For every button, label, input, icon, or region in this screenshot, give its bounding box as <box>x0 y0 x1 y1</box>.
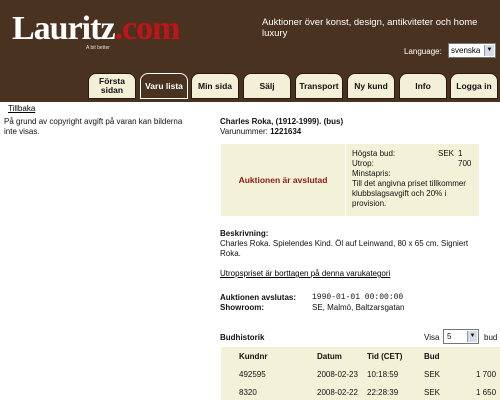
auction-status: Auktionen är avslutad <box>221 144 346 216</box>
cell-datum: 2008-02-23 <box>317 370 358 379</box>
tab-transport[interactable]: Transport <box>295 73 343 99</box>
language-select[interactable]: svenska ▼ <box>448 43 496 58</box>
auction-end-label: Auktionen avslutas: <box>220 293 297 302</box>
column-header-datum: Datum <box>317 352 342 361</box>
language-label: Language: <box>404 47 442 56</box>
cell-kundnr: 492595 <box>239 370 266 379</box>
back-link[interactable]: Tillbaka <box>8 104 35 113</box>
cell-currency: SEK <box>424 388 441 397</box>
copyright-note: På grund av copyright avgift på varan ka… <box>4 117 183 136</box>
tab-salj[interactable]: Sälj <box>243 73 291 99</box>
logo-name: Lauritz <box>12 10 116 47</box>
bid-history-table: Kundnr Datum Tid (CET) Bud 492595 2008-0… <box>221 347 500 400</box>
auction-end-value: 1990-01-01 00:00:00 <box>312 293 404 302</box>
column-header-kundnr: Kundnr <box>239 352 268 361</box>
cell-tid: 22:28:39 <box>367 388 399 397</box>
chevron-down-icon[interactable]: ▼ <box>467 331 477 342</box>
show-label: Visa <box>424 333 440 342</box>
language-select-value: svenska <box>451 46 481 55</box>
tab-min-sida[interactable]: Min sida <box>191 73 239 99</box>
header-slogan: Auktioner över konst, design, antikvitet… <box>262 17 478 39</box>
tab-info[interactable]: Info <box>399 73 447 99</box>
logo-suffix: .com <box>114 10 181 47</box>
cell-currency: SEK <box>424 370 441 379</box>
table-row: 8320 2008-02-22 22:28:39 SEK 1 650 <box>221 383 500 400</box>
item-number-value: 1221634 <box>270 127 302 136</box>
tab-logga-in[interactable]: Logga in <box>450 73 498 99</box>
starting-price-label: Utrop: <box>352 159 374 168</box>
cell-amount: 1 650 <box>476 388 497 397</box>
highest-bid-currency: SEK <box>438 149 455 158</box>
showroom-label: Showroom: <box>220 303 264 312</box>
cell-tid: 10:18:59 <box>367 370 399 379</box>
item-title: Charles Roka, (1912-1999). (bus) <box>220 117 344 126</box>
showroom-value: SE, Malmö, Baltzarsgatan <box>312 303 405 312</box>
cell-amount: 1 700 <box>476 370 497 379</box>
item-number: Varunummer: 1221634 <box>220 127 301 136</box>
tab-ny-kund[interactable]: Ny kund <box>347 73 395 99</box>
column-header-tid: Tid (CET) <box>367 352 403 361</box>
column-header-bud: Bud <box>424 352 440 361</box>
logo-tagline: A bit better <box>86 45 110 51</box>
bids-count-value: 5 <box>447 332 452 341</box>
table-row: 492595 2008-02-23 10:18:59 SEK 1 700 <box>221 365 500 383</box>
min-price-label: Minstapris: <box>352 169 391 178</box>
highest-bid-label: Högsta bud: <box>352 149 396 158</box>
fee-note: Till det angivna priset tillkommer klubb… <box>352 179 466 208</box>
table-header: Kundnr Datum Tid (CET) Bud <box>221 347 500 365</box>
bid-history-title: Budhistorik <box>220 333 265 342</box>
bids-count-select[interactable]: 5 ▼ <box>443 329 479 344</box>
site-logo[interactable]: Lauritz.com <box>12 10 181 48</box>
tab-forsta-sidan[interactable]: Första sidan <box>88 73 136 99</box>
cell-kundnr: 8320 <box>239 388 257 397</box>
chevron-down-icon[interactable]: ▼ <box>484 45 494 56</box>
auction-info-box: Auktionen är avslutad Högsta bud: SEK 1 … <box>221 144 479 216</box>
bid-info: Högsta bud: SEK 1 700 Utrop: Minstapris:… <box>352 149 477 209</box>
bids-label: bud <box>484 333 498 342</box>
reserve-removed-link[interactable]: Utropspriset är borttagen på denna varuk… <box>220 269 390 278</box>
description-text: Charles Roka. Spielendes Kind. Öl auf Le… <box>220 239 469 258</box>
item-number-label: Varunummer: <box>220 127 268 136</box>
tab-varu-lista[interactable]: Varu lista <box>140 73 188 99</box>
cell-datum: 2008-02-22 <box>317 388 358 397</box>
description-label: Beskrivning: <box>220 229 269 238</box>
